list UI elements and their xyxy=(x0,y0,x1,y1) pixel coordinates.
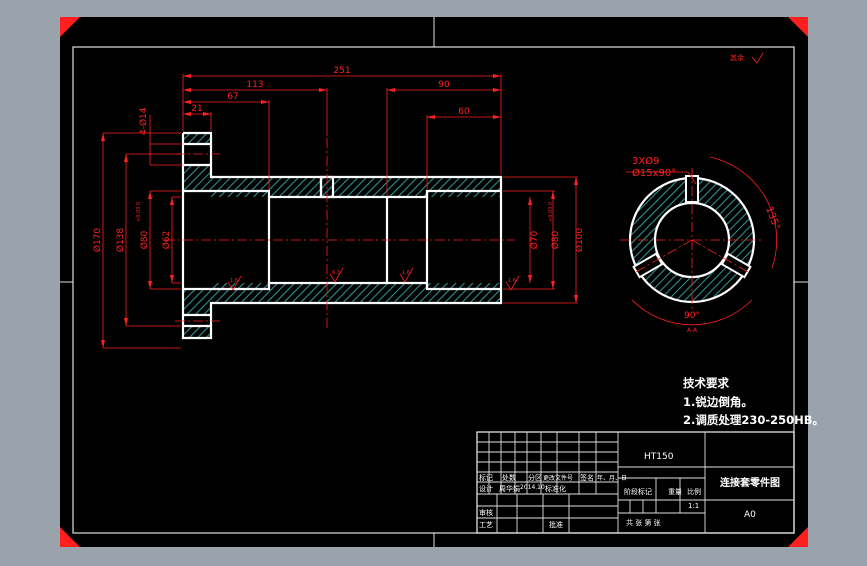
dim-67: 67 xyxy=(227,92,238,102)
dim-21: 21 xyxy=(191,104,202,114)
tolerance-right: +0.03 0 xyxy=(548,202,554,222)
header-change-file: 更改文件号 xyxy=(543,475,574,482)
scale-label: 比例 xyxy=(687,488,701,496)
drawing-name: 连接套零件图 xyxy=(720,478,780,489)
corner-roughness-note: 其余 xyxy=(730,53,744,62)
end-view-holes-label: 3XØ9 xyxy=(632,155,659,167)
dim-dia-100: Ø100 xyxy=(574,228,585,253)
header-count: 处数 xyxy=(502,474,516,482)
sheets-label: 共 张 第 张 xyxy=(626,519,661,527)
tech-requirement-2: 2.调质处理230-250HB。 xyxy=(683,413,825,427)
designer-name: 周华娟 xyxy=(499,485,520,493)
process-label: 工艺 xyxy=(479,521,493,529)
header-zone: 分区 xyxy=(528,474,542,482)
drawing-code: A0 xyxy=(744,510,756,520)
dim-holes: 4-Ø14 xyxy=(138,107,149,135)
end-view-chamfer-label: Ø15x90° xyxy=(632,167,676,179)
roughness-value-4: 1.6 xyxy=(508,278,516,284)
roughness-value-1: 1.6 xyxy=(230,278,238,284)
design-label: 设计 xyxy=(479,485,493,493)
header-date: 年、月、日 xyxy=(597,475,628,482)
dim-dia-170: Ø170 xyxy=(92,228,103,253)
material-label: HT150 xyxy=(644,452,674,462)
dim-dia-138: Ø138 xyxy=(115,228,126,253)
tech-requirements-heading: 技术要求 xyxy=(683,376,729,390)
design-date: 2014.10 xyxy=(520,484,545,491)
end-view-angle-90: 90° xyxy=(684,311,700,321)
dim-90: 90 xyxy=(438,80,450,90)
dim-251: 251 xyxy=(333,66,350,76)
approve-label: 批准 xyxy=(549,521,563,529)
stage-mark-label: 阶段标记 xyxy=(624,488,652,496)
review-label: 审核 xyxy=(479,509,493,517)
standardization-label: 标准化 xyxy=(545,485,566,493)
roughness-value-2: 6.3 xyxy=(332,270,340,276)
weight-label: 重量 xyxy=(668,488,682,496)
dim-dia-62: Ø62 xyxy=(161,231,172,250)
section-label: A-A xyxy=(687,327,698,334)
header-mark: 标记 xyxy=(479,474,493,482)
tolerance-left: +0.03 0 xyxy=(136,202,142,222)
scale-value: 1:1 xyxy=(688,502,700,510)
dim-113: 113 xyxy=(246,80,263,90)
dim-60: 60 xyxy=(458,107,470,117)
header-signature: 签名 xyxy=(580,474,594,482)
dim-dia-70: Ø70 xyxy=(529,230,540,249)
cad-viewport[interactable]: 251 113 67 21 90 60 4-Ø14 Ø170 Ø138 Ø80 … xyxy=(0,0,867,562)
tech-requirement-1: 1.锐边倒角。 xyxy=(683,395,753,409)
dim-dia-80-right: Ø80 xyxy=(550,230,561,249)
roughness-value-3: 1.6 xyxy=(402,270,410,276)
dim-dia-80-left: Ø80 xyxy=(139,230,150,249)
